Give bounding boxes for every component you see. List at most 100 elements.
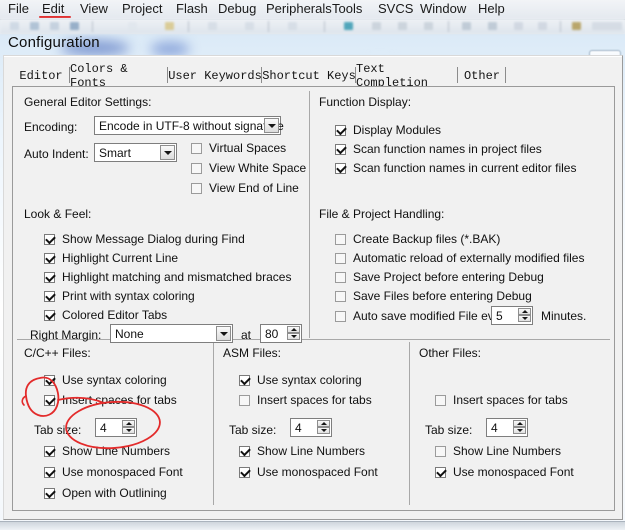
checkbox-asm-use-syntax-coloring-label: Use syntax coloring bbox=[257, 373, 362, 387]
asm-tab-size-stepper[interactable]: 4 bbox=[290, 418, 332, 437]
right-margin-select[interactable]: None bbox=[110, 324, 233, 343]
checkbox-other-use-monospaced-font-label: Use monospaced Font bbox=[453, 465, 574, 479]
tab-colors-and-fonts[interactable]: Colors & Fonts bbox=[70, 62, 168, 90]
checkbox-asm-insert-spaces-for-tabs[interactable] bbox=[239, 395, 250, 406]
checkbox-auto-save-modified-file[interactable] bbox=[335, 311, 346, 322]
checkbox-other-insert-spaces-for-tabs[interactable] bbox=[435, 395, 446, 406]
panel-divider-vertical-top bbox=[309, 91, 310, 338]
tab-editor[interactable]: Editor bbox=[12, 65, 70, 86]
checkbox-colored-editor-tabs[interactable] bbox=[44, 310, 55, 321]
checkbox-c-use-syntax-coloring[interactable] bbox=[44, 375, 55, 386]
stepper-buttons[interactable] bbox=[287, 326, 300, 341]
checkbox-asm-use-monospaced-font[interactable] bbox=[239, 467, 250, 478]
tab-other[interactable]: Other bbox=[458, 65, 506, 86]
encoding-select[interactable]: Encode in UTF-8 without signature bbox=[94, 116, 284, 135]
stepper-up-icon[interactable] bbox=[317, 420, 330, 427]
checkbox-other-show-line-numbers[interactable] bbox=[435, 446, 446, 457]
menu-item-tools[interactable]: Tools bbox=[332, 1, 362, 16]
checkbox-c-use-monospaced-font[interactable] bbox=[44, 467, 55, 478]
stepper-down-icon[interactable] bbox=[518, 315, 531, 322]
auto-indent-label: Auto Indent: bbox=[24, 147, 89, 161]
checkbox-save-files-before-debug[interactable] bbox=[335, 291, 346, 302]
tab-user-keywords[interactable]: User Keywords bbox=[168, 65, 262, 86]
auto-save-minutes-label: Minutes. bbox=[541, 309, 587, 323]
chevron-down-icon[interactable] bbox=[216, 326, 231, 341]
checkbox-view-white-space[interactable] bbox=[191, 163, 202, 174]
edit-menu-red-underline bbox=[39, 16, 71, 18]
general-editor-settings-heading: General Editor Settings: bbox=[24, 95, 152, 109]
checkbox-c-show-line-numbers-label: Show Line Numbers bbox=[62, 444, 171, 458]
tab-shortcut-keys-label: Shortcut Keys bbox=[262, 68, 356, 83]
checkbox-c-show-line-numbers[interactable] bbox=[44, 446, 55, 457]
checkbox-automatic-reload[interactable] bbox=[335, 253, 346, 264]
stepper-buttons[interactable] bbox=[317, 420, 330, 435]
menu-item-flash[interactable]: Flash bbox=[176, 1, 208, 16]
menu-item-project[interactable]: Project bbox=[122, 1, 162, 16]
chevron-down-icon[interactable] bbox=[264, 118, 279, 133]
auto-indent-select[interactable]: Smart bbox=[94, 143, 177, 162]
auto-save-minutes-stepper[interactable]: 5 bbox=[491, 306, 533, 325]
checkbox-virtual-spaces[interactable] bbox=[191, 143, 202, 154]
stepper-buttons[interactable] bbox=[513, 420, 526, 435]
stepper-down-icon[interactable] bbox=[317, 427, 330, 434]
checkbox-highlight-current-line[interactable] bbox=[44, 253, 55, 264]
stepper-down-icon[interactable] bbox=[122, 427, 135, 434]
stepper-up-icon[interactable] bbox=[513, 420, 526, 427]
stepper-up-icon[interactable] bbox=[287, 326, 300, 333]
checkbox-display-modules-label: Display Modules bbox=[353, 123, 442, 137]
checkbox-c-insert-spaces-for-tabs[interactable] bbox=[44, 395, 55, 406]
encoding-value: Encode in UTF-8 without signature bbox=[99, 119, 284, 133]
function-display-heading: Function Display: bbox=[319, 95, 412, 109]
checkbox-view-end-of-line[interactable] bbox=[191, 183, 202, 194]
checkbox-other-use-monospaced-font[interactable] bbox=[435, 467, 446, 478]
menu-item-debug[interactable]: Debug bbox=[218, 1, 256, 16]
checkbox-asm-show-line-numbers-label: Show Line Numbers bbox=[257, 444, 366, 458]
other-files-heading: Other Files: bbox=[419, 346, 482, 360]
menu-item-help[interactable]: Help bbox=[478, 1, 505, 16]
editor-tab-panel: General Editor Settings: Encoding: Encod… bbox=[12, 86, 615, 511]
stepper-buttons[interactable] bbox=[518, 308, 531, 323]
chevron-down-icon[interactable] bbox=[160, 145, 175, 160]
asm-tab-size-label: Tab size: bbox=[229, 423, 277, 437]
checkbox-print-with-syntax-coloring-label: Print with syntax coloring bbox=[62, 289, 195, 303]
checkbox-scan-function-names-editor[interactable] bbox=[335, 163, 346, 174]
other-tab-size-stepper[interactable]: 4 bbox=[486, 418, 528, 437]
stepper-down-icon[interactable] bbox=[513, 427, 526, 434]
tab-shortcut-keys[interactable]: Shortcut Keys bbox=[262, 65, 356, 86]
checkbox-asm-show-line-numbers[interactable] bbox=[239, 446, 250, 457]
checkbox-save-project-before-debug[interactable] bbox=[335, 272, 346, 283]
checkbox-show-message-dialog-during-find[interactable] bbox=[44, 234, 55, 245]
stepper-up-icon[interactable] bbox=[122, 420, 135, 427]
menu-item-window[interactable]: Window bbox=[420, 1, 466, 16]
menu-item-file[interactable]: File bbox=[8, 1, 29, 16]
checkbox-colored-editor-tabs-label: Colored Editor Tabs bbox=[62, 308, 168, 322]
look-and-feel-heading: Look & Feel: bbox=[24, 207, 92, 221]
checkbox-print-with-syntax-coloring[interactable] bbox=[44, 291, 55, 302]
stepper-up-icon[interactable] bbox=[518, 308, 531, 315]
checkbox-display-modules[interactable] bbox=[335, 125, 346, 136]
right-margin-column-stepper[interactable]: 80 bbox=[260, 324, 302, 343]
checkbox-save-files-before-debug-label: Save Files before entering Debug bbox=[353, 289, 532, 303]
menu-item-edit[interactable]: Edit bbox=[42, 1, 64, 16]
menu-item-peripherals[interactable]: Peripherals bbox=[266, 1, 332, 16]
tab-text-completion[interactable]: Text Completion bbox=[356, 62, 458, 90]
dialog-body: Editor Colors & Fonts User Keywords Shor… bbox=[3, 55, 623, 520]
other-tab-size-value: 4 bbox=[491, 421, 498, 435]
stepper-down-icon[interactable] bbox=[287, 333, 300, 340]
checkbox-asm-use-syntax-coloring[interactable] bbox=[239, 375, 250, 386]
checkbox-view-end-of-line-label: View End of Line bbox=[209, 181, 299, 195]
menu-item-svcs[interactable]: SVCS bbox=[378, 1, 413, 16]
c-tab-size-stepper[interactable]: 4 bbox=[95, 418, 137, 437]
configuration-dialog: Configuration ✖ Editor Colors & Fonts Us… bbox=[0, 27, 625, 521]
checkbox-c-open-with-outlining[interactable] bbox=[44, 488, 55, 499]
checkbox-highlight-current-line-label: Highlight Current Line bbox=[62, 251, 179, 265]
checkbox-create-backup-files-label: Create Backup files (*.BAK) bbox=[353, 232, 501, 246]
checkbox-other-show-line-numbers-label: Show Line Numbers bbox=[453, 444, 562, 458]
checkbox-scan-function-names-project[interactable] bbox=[335, 144, 346, 155]
checkbox-create-backup-files[interactable] bbox=[335, 234, 346, 245]
checkbox-asm-insert-spaces-for-tabs-label: Insert spaces for tabs bbox=[257, 393, 372, 407]
checkbox-highlight-braces[interactable] bbox=[44, 272, 55, 283]
stepper-buttons[interactable] bbox=[122, 420, 135, 435]
panel-divider-vertical-bottom-2 bbox=[409, 342, 410, 505]
menu-item-view[interactable]: View bbox=[80, 1, 108, 16]
